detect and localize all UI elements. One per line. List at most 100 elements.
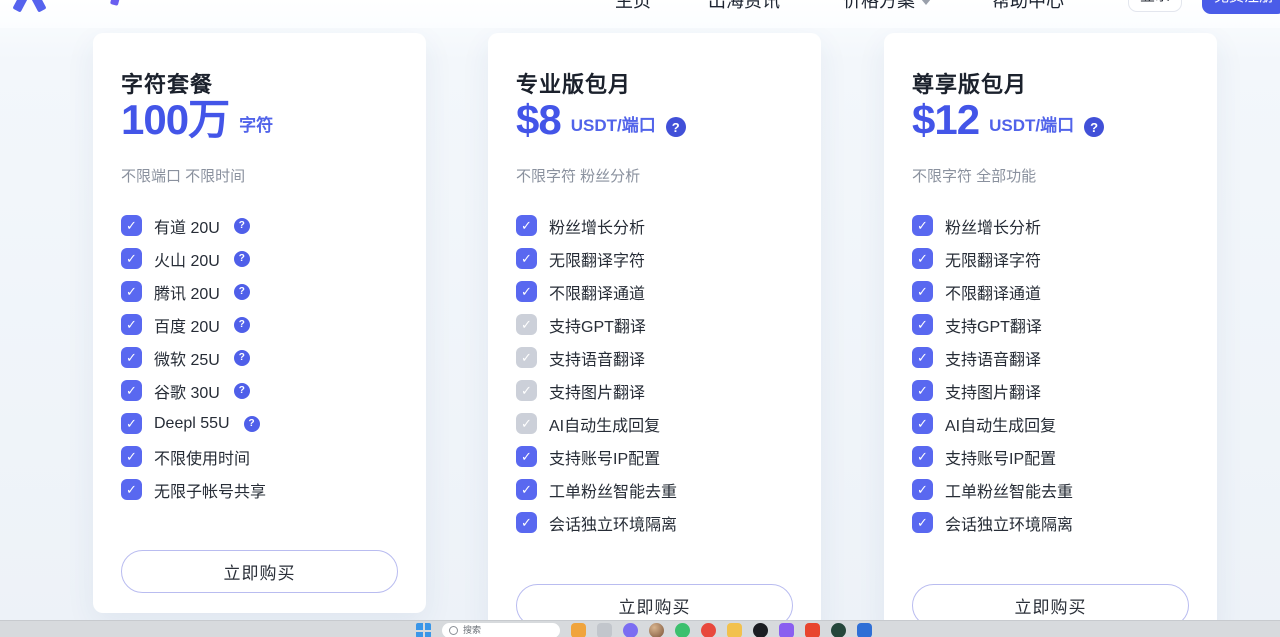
- checkbox-checked-icon: ✓: [516, 281, 537, 302]
- help-icon[interactable]: ?: [234, 350, 250, 366]
- nav-item-pricing[interactable]: 价格方案: [843, 0, 931, 13]
- buy-now-button[interactable]: 立即购买: [121, 550, 398, 593]
- checkbox-checked-icon: ✓: [912, 512, 933, 533]
- card-subtitle: 不限端口 不限时间: [121, 165, 245, 186]
- feature-row: ✓无限翻译字符: [516, 242, 801, 275]
- feature-label: 有道 20U: [154, 214, 220, 238]
- pinned-gray-icon[interactable]: [597, 623, 612, 637]
- app-violet-icon[interactable]: [779, 623, 794, 637]
- feature-label: 支持GPT翻译: [945, 313, 1042, 337]
- feature-list: ✓粉丝增长分析✓无限翻译字符✓不限翻译通道✓支持GPT翻译✓支持语音翻译✓支持图…: [516, 209, 801, 539]
- help-icon[interactable]: ?: [666, 117, 686, 137]
- feature-row: ✓ 工单粉丝智能去重: [516, 473, 801, 506]
- feature-row: ✓ 火山 20U?: [121, 242, 406, 275]
- checkbox-checked-icon: ✓: [912, 281, 933, 302]
- feature-row: ✓支持GPT翻译: [516, 308, 801, 341]
- app-red-icon[interactable]: [701, 623, 716, 637]
- checkbox-checked-icon: ✓: [121, 281, 142, 302]
- feature-label: 支持语音翻译: [945, 346, 1041, 370]
- feature-label: 谷歌 30U: [154, 379, 220, 403]
- feature-row: ✓有道 20U?: [121, 209, 406, 242]
- price-unit: USDT/端口: [989, 111, 1074, 141]
- nav-item-overseas-news[interactable]: 出海资讯: [708, 0, 780, 13]
- taskbar-search[interactable]: 搜索: [442, 623, 560, 637]
- feature-label: 火山 20U: [154, 247, 220, 271]
- feature-label: Deepl 55U: [154, 415, 230, 433]
- checkbox-checked-icon: ✓: [121, 446, 142, 467]
- play-icon[interactable]: [805, 623, 820, 637]
- checkbox-checked-icon: ✓: [121, 380, 142, 401]
- checkbox-checked-icon: ✓: [912, 413, 933, 434]
- feature-label: 支持账号IP配置: [549, 445, 660, 469]
- app-orange-icon[interactable]: [571, 623, 586, 637]
- feature-row: ✓ AI自动生成回复: [912, 407, 1197, 440]
- feature-row: ✓粉丝增长分析: [912, 209, 1197, 242]
- checkbox-checked-icon: ✓: [121, 479, 142, 500]
- login-button[interactable]: 登录: [1128, 0, 1182, 12]
- checkbox-checked-icon: ✓: [516, 479, 537, 500]
- feature-row: ✓ 腾讯 20U?: [121, 275, 406, 308]
- feature-row: ✓ 无限子帐号共享: [121, 473, 406, 506]
- feature-label: 无限翻译字符: [549, 247, 645, 271]
- checkbox-checked-icon: ✓: [121, 347, 142, 368]
- app-green-icon[interactable]: [675, 623, 690, 637]
- price-row: $8 USDT/端口?: [516, 93, 686, 141]
- nav-item-home[interactable]: 主页: [615, 0, 651, 13]
- feature-label: 支持图片翻译: [549, 379, 645, 403]
- pricing-card: 字符套餐100万字符不限端口 不限时间✓有道 20U?✓火山 20U?✓腾讯 2…: [93, 33, 426, 613]
- app-darkgreen-icon[interactable]: [831, 623, 846, 637]
- feature-row: ✓微软 25U?: [121, 341, 406, 374]
- checkbox-checked-icon: ✓: [121, 248, 142, 269]
- feature-row: ✓ Deepl 55U?: [121, 407, 406, 440]
- card-subtitle: 不限字符 全部功能: [912, 165, 1036, 186]
- feature-label: 无限子帐号共享: [154, 478, 266, 502]
- checkbox-checked-icon: ✓: [121, 413, 142, 434]
- price-unit: USDT/端口: [571, 111, 656, 141]
- price-value: $8: [516, 99, 561, 141]
- avatar-icon[interactable]: [649, 623, 664, 637]
- price-row: 100万字符: [121, 93, 273, 141]
- feature-row: ✓ 无限翻译字符: [912, 242, 1197, 275]
- help-icon[interactable]: ?: [234, 284, 250, 300]
- help-icon[interactable]: ?: [234, 383, 250, 399]
- top-nav: 主页 出海资讯 价格方案 帮助中心 登录 免费注册: [0, 0, 1280, 28]
- feature-label: 无限翻译字符: [945, 247, 1041, 271]
- windows-taskbar: 搜索: [0, 620, 1280, 637]
- price-row: $12 USDT/端口?: [912, 93, 1104, 141]
- windows-start-icon[interactable]: [416, 623, 431, 637]
- checkbox-checked-icon: ✓: [516, 446, 537, 467]
- folder-icon[interactable]: [727, 623, 742, 637]
- nav-item-help-center[interactable]: 帮助中心: [992, 0, 1064, 13]
- feature-row: ✓不限翻译通道: [516, 275, 801, 308]
- help-icon[interactable]: ?: [1084, 117, 1104, 137]
- search-placeholder: 搜索: [463, 623, 481, 637]
- price-value: $12: [912, 99, 979, 141]
- checkbox-disabled-icon: ✓: [516, 314, 537, 335]
- feature-row: ✓百度 20U?: [121, 308, 406, 341]
- checkbox-checked-icon: ✓: [912, 248, 933, 269]
- feature-label: 工单粉丝智能去重: [549, 478, 677, 502]
- help-icon[interactable]: ?: [244, 416, 260, 432]
- checkbox-checked-icon: ✓: [912, 314, 933, 335]
- taskbar-icons: 搜索: [416, 623, 872, 637]
- feature-label: 支持账号IP配置: [945, 445, 1056, 469]
- feature-label: 不限使用时间: [154, 445, 250, 469]
- feature-label: 粉丝增长分析: [549, 214, 645, 238]
- app-purple-circle-icon[interactable]: [623, 623, 638, 637]
- app-blue-icon[interactable]: [857, 623, 872, 637]
- pricing-card: 尊享版包月$12USDT/端口?不限字符 全部功能✓粉丝增长分析✓无限翻译字符✓…: [884, 33, 1217, 637]
- help-icon[interactable]: ?: [234, 251, 250, 267]
- app-black-icon[interactable]: [753, 623, 768, 637]
- feature-label: 会话独立环境隔离: [945, 511, 1073, 535]
- help-icon[interactable]: ?: [234, 317, 250, 333]
- help-icon[interactable]: ?: [234, 218, 250, 234]
- feature-label: 支持图片翻译: [945, 379, 1041, 403]
- feature-row: ✓ 谷歌 30U?: [121, 374, 406, 407]
- feature-row: ✓ 不限使用时间: [121, 440, 406, 473]
- feature-row: ✓会话独立环境隔离: [516, 506, 801, 539]
- feature-label: AI自动生成回复: [945, 412, 1056, 436]
- feature-row: ✓粉丝增长分析: [516, 209, 801, 242]
- feature-label: 腾讯 20U: [154, 280, 220, 304]
- price-unit: 字符: [239, 111, 273, 141]
- register-button[interactable]: 免费注册: [1202, 0, 1280, 14]
